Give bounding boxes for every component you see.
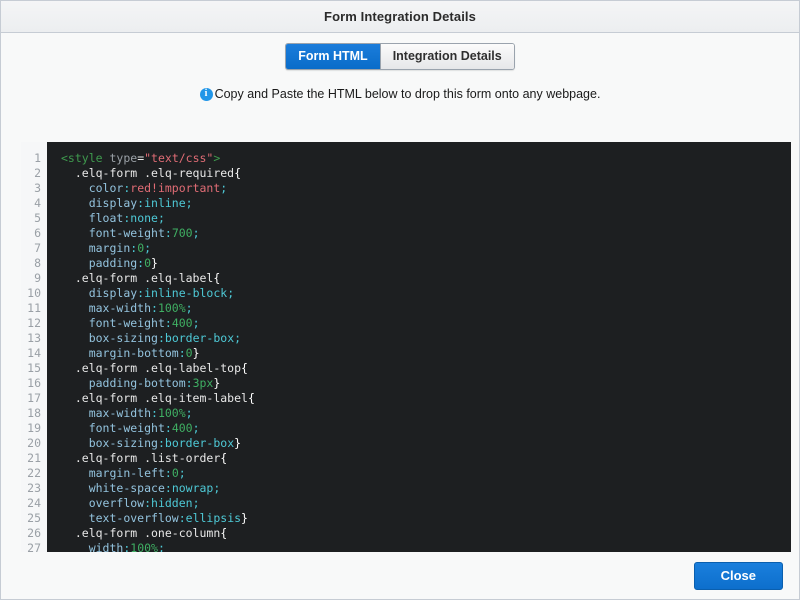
line-number: 16	[27, 376, 41, 390]
code-line: padding:0}	[88, 256, 158, 270]
info-icon: i	[199, 87, 213, 101]
line-number: 19	[27, 421, 41, 435]
code-line: text-overflow:ellipsis}	[88, 511, 248, 525]
line-number: 14	[27, 346, 41, 360]
code-content[interactable]: <style type="text/css"> .elq-form .elq-r…	[47, 142, 791, 552]
code-line: box-sizing:border-box}	[88, 436, 242, 450]
code-line: font-weight:400;	[88, 316, 200, 330]
line-number: 27	[27, 541, 41, 552]
code-line: margin-left:0;	[88, 466, 186, 480]
code-line: .elq-form .elq-item-label{	[61, 391, 255, 405]
line-number: 20	[27, 436, 41, 450]
code-line: font-weight:700;	[88, 226, 200, 240]
code-line: .elq-form .elq-required{	[61, 166, 242, 180]
line-number: 17	[27, 391, 41, 405]
code-line: .elq-form .elq-label{	[61, 271, 221, 285]
line-number: 9	[34, 271, 41, 285]
line-number: 3	[34, 181, 41, 195]
code-line: <style type="text/css">	[61, 151, 221, 165]
line-number: 6	[34, 226, 41, 240]
dialog-titlebar: Form Integration Details	[1, 1, 799, 33]
dialog-footer: Close	[1, 552, 799, 599]
line-number: 22	[27, 466, 41, 480]
line-number: 21	[27, 451, 41, 465]
tab-bar: Form HTML Integration Details	[1, 43, 799, 70]
line-number: 10	[27, 286, 41, 300]
line-number: 4	[34, 196, 41, 210]
code-line: display:inline-block;	[88, 286, 235, 300]
tab-integration-details[interactable]: Integration Details	[379, 44, 514, 69]
code-line: float:none;	[88, 211, 165, 225]
line-number: 8	[34, 256, 41, 270]
line-number: 25	[27, 511, 41, 525]
code-line: color:red!important;	[88, 181, 228, 195]
close-button[interactable]: Close	[693, 561, 783, 590]
hint-row: i Copy and Paste the HTML below to drop …	[1, 87, 799, 101]
code-line: max-width:100%;	[88, 301, 193, 315]
code-line: margin:0;	[88, 241, 152, 255]
code-line: .elq-form .elq-label-top{	[61, 361, 248, 375]
line-number-gutter: 1 2 3 4 5 6 7 8 9 10 11 12 13 14 15 16 17 18 19 20 21 22 23 24 2…	[21, 142, 47, 552]
line-number: 1	[34, 151, 41, 165]
code-viewer[interactable]: 1 2 3 4 5 6 7 8 9 10 11 12 13 14 15 16 17 18 19 20 21 22 23 24 2…	[21, 142, 791, 552]
dialog-body: Form HTML Integration Details i Copy and…	[1, 33, 799, 552]
code-line: .elq-form .list-order{	[61, 451, 228, 465]
line-number: 11	[27, 301, 41, 315]
line-number: 13	[27, 331, 41, 345]
tab-group: Form HTML Integration Details	[285, 43, 515, 70]
code-line: width:100%;	[88, 541, 165, 552]
line-number: 15	[27, 361, 41, 375]
code-line: .elq-form .one-column{	[61, 526, 228, 540]
line-number: 5	[34, 211, 41, 225]
code-line: overflow:hidden;	[88, 496, 200, 510]
code-line: font-weight:400;	[88, 421, 200, 435]
code-line: padding-bottom:3px}	[88, 376, 221, 390]
code-line: max-width:100%;	[88, 406, 193, 420]
line-number: 18	[27, 406, 41, 420]
dialog-title: Form Integration Details	[324, 9, 476, 24]
line-number: 26	[27, 526, 41, 540]
line-number: 12	[27, 316, 41, 330]
line-number: 2	[34, 166, 41, 180]
line-number: 24	[27, 496, 41, 510]
code-line: white-space:nowrap;	[88, 481, 221, 495]
line-number: 23	[27, 481, 41, 495]
code-line: margin-bottom:0}	[88, 346, 200, 360]
form-integration-dialog: Form Integration Details Form HTML Integ…	[0, 0, 800, 600]
code-line: display:inline;	[88, 196, 193, 210]
code-line: box-sizing:border-box;	[88, 331, 242, 345]
tab-form-html[interactable]: Form HTML	[286, 44, 380, 69]
hint-text: Copy and Paste the HTML below to drop th…	[214, 87, 601, 101]
line-number: 7	[34, 241, 41, 255]
